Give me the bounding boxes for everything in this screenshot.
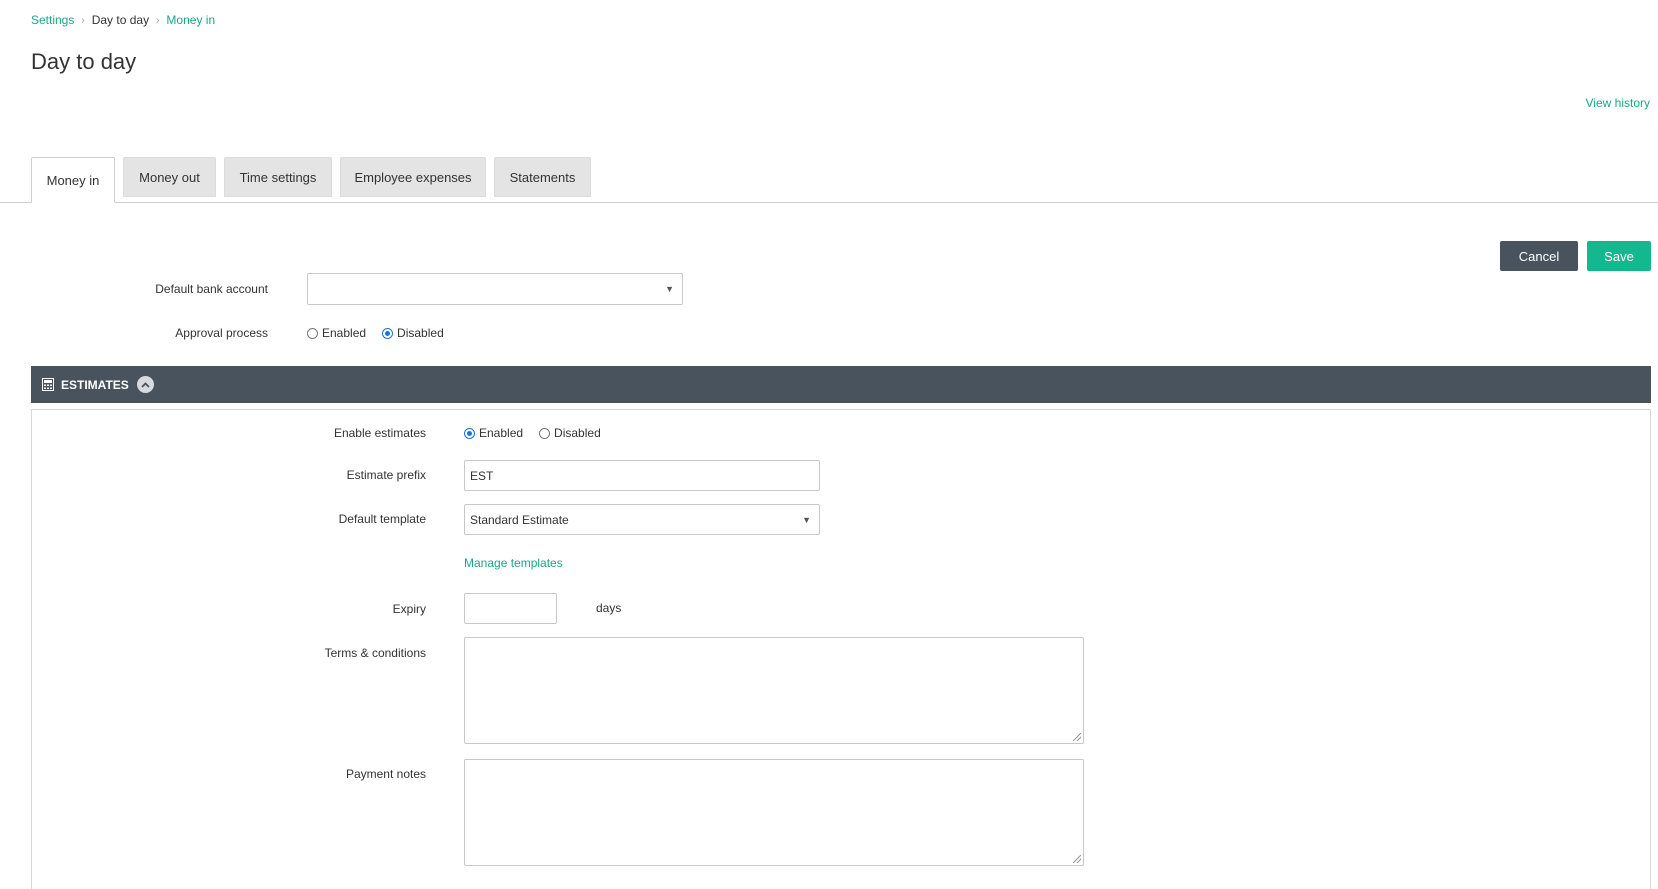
approval-process-radio-group: Enabled Disabled: [307, 326, 460, 340]
default-bank-account-label: Default bank account: [155, 282, 268, 296]
approval-enabled-radio[interactable]: [307, 327, 318, 339]
tab-employee-expenses[interactable]: Employee expenses: [340, 157, 486, 197]
tab-money-out[interactable]: Money out: [123, 157, 216, 197]
terms-conditions-label: Terms & conditions: [324, 646, 426, 660]
estimates-enabled-option[interactable]: Enabled: [464, 426, 523, 440]
payment-notes-textarea[interactable]: [464, 759, 1084, 866]
default-template-label: Default template: [338, 512, 426, 526]
resize-grip-icon[interactable]: [1073, 855, 1081, 863]
breadcrumb-settings[interactable]: Settings: [31, 13, 74, 27]
estimates-disabled-option[interactable]: Disabled: [539, 426, 601, 440]
breadcrumb-money-in[interactable]: Money in: [166, 13, 215, 27]
approval-process-label: Approval process: [175, 326, 268, 340]
estimate-prefix-input[interactable]: EST: [464, 460, 820, 491]
chevron-right-icon: ›: [81, 14, 85, 26]
page-title: Day to day: [31, 49, 137, 74]
expiry-unit-label: days: [596, 601, 622, 615]
tab-time-settings[interactable]: Time settings: [224, 157, 332, 197]
caret-down-icon: ▼: [802, 514, 811, 525]
enable-estimates-radio-group: Enabled Disabled: [464, 426, 617, 440]
approval-disabled-label: Disabled: [397, 326, 444, 340]
tab-bar: Money in Money out Time settings Employe…: [0, 157, 1658, 203]
approval-disabled-option[interactable]: Disabled: [382, 326, 444, 340]
estimates-disabled-label: Disabled: [554, 426, 601, 440]
payment-notes-label: Payment notes: [345, 767, 426, 781]
manage-templates-link[interactable]: Manage templates: [464, 556, 563, 570]
resize-grip-icon[interactable]: [1073, 733, 1081, 741]
default-bank-account-select[interactable]: ▼: [307, 273, 683, 305]
save-button[interactable]: Save: [1587, 241, 1651, 271]
default-template-select[interactable]: Standard Estimate ▼: [464, 504, 820, 535]
view-history-link[interactable]: View history: [1586, 96, 1650, 110]
chevron-up-icon[interactable]: [136, 376, 154, 393]
default-template-value: Standard Estimate: [470, 512, 569, 527]
tab-money-in[interactable]: Money in: [31, 157, 115, 203]
estimates-enabled-radio[interactable]: [464, 427, 475, 439]
caret-down-icon: ▼: [665, 284, 674, 294]
terms-conditions-textarea[interactable]: [464, 637, 1084, 744]
estimate-prefix-label: Estimate prefix: [346, 468, 426, 482]
approval-disabled-radio[interactable]: [382, 327, 394, 339]
breadcrumb-day-to-day[interactable]: Day to day: [92, 13, 149, 27]
estimates-enabled-label: Enabled: [479, 426, 524, 440]
expiry-label: Expiry: [392, 602, 426, 616]
expiry-input[interactable]: [464, 593, 557, 624]
approval-enabled-option[interactable]: Enabled: [307, 326, 366, 340]
estimate-prefix-value: EST: [470, 468, 494, 483]
calculator-icon: [42, 378, 54, 391]
cancel-button[interactable]: Cancel: [1500, 241, 1578, 271]
tab-statements[interactable]: Statements: [494, 157, 591, 197]
enable-estimates-label: Enable estimates: [333, 426, 426, 440]
breadcrumb: Settings › Day to day › Money in: [31, 13, 215, 27]
estimates-section-header[interactable]: ESTIMATES: [31, 366, 1651, 403]
approval-enabled-label: Enabled: [322, 326, 367, 340]
estimates-disabled-radio[interactable]: [539, 427, 551, 439]
chevron-right-icon: ›: [156, 14, 160, 26]
estimates-section-title: ESTIMATES: [61, 377, 129, 392]
